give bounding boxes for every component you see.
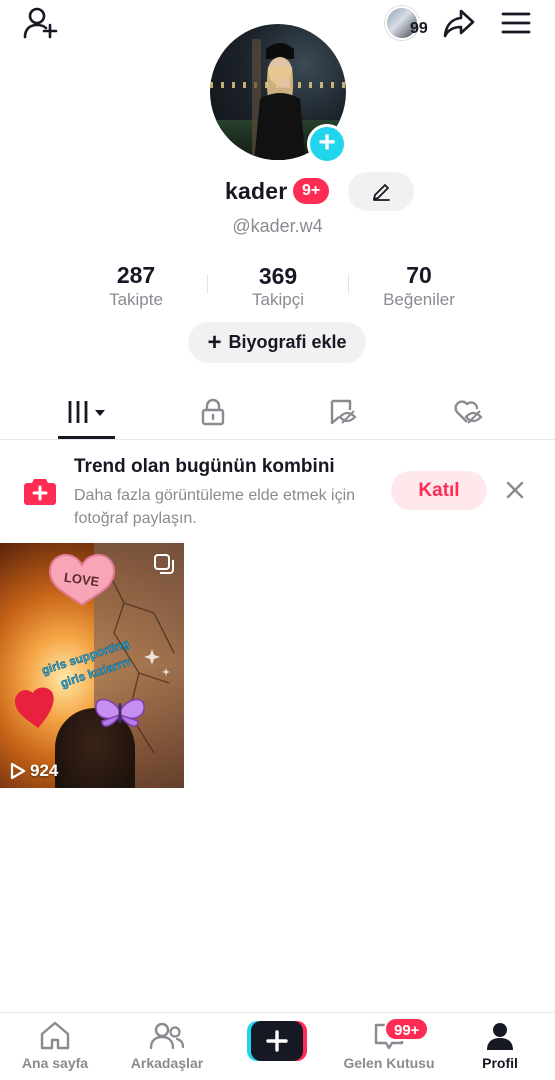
close-icon bbox=[506, 481, 524, 499]
nav-home-label: Ana sayfa bbox=[21, 1055, 89, 1071]
followers-count[interactable]: 369 bbox=[218, 263, 338, 290]
bottom-navigation: Ana sayfa Arkadaşlar Gelen Kutusu 99+ Pr… bbox=[0, 1012, 555, 1080]
likes-count[interactable]: 70 bbox=[359, 262, 479, 289]
story-count: 99 bbox=[410, 20, 428, 37]
add-bio-button[interactable]: + Biyografi ekle bbox=[188, 322, 366, 363]
share-arrow-icon bbox=[443, 9, 475, 38]
add-bio-label: Biyografi ekle bbox=[228, 332, 347, 352]
video-views: 924 bbox=[10, 761, 58, 781]
active-tab-indicator bbox=[58, 436, 115, 439]
heart-eye-icon bbox=[454, 399, 483, 424]
create-button[interactable] bbox=[247, 1021, 307, 1061]
following-label[interactable]: Takipte bbox=[66, 290, 206, 310]
edit-profile-button[interactable] bbox=[348, 172, 414, 211]
nav-profile-label: Profil bbox=[482, 1055, 518, 1071]
likes-label[interactable]: Beğeniler bbox=[349, 290, 489, 310]
profile-handle: @kader.w4 bbox=[232, 216, 323, 236]
trend-title: Trend olan bugünün kombini bbox=[74, 456, 335, 477]
pencil-icon bbox=[373, 183, 390, 201]
nav-friends[interactable]: Arkadaşlar bbox=[112, 1021, 222, 1071]
create-plus-icon bbox=[247, 1021, 307, 1061]
tab-videos[interactable] bbox=[47, 384, 127, 439]
join-button[interactable]: Katıl bbox=[391, 471, 487, 510]
following-count[interactable]: 287 bbox=[76, 262, 196, 289]
friends-icon bbox=[149, 1022, 185, 1050]
plus-icon: + bbox=[207, 328, 222, 356]
profile-tabs bbox=[0, 384, 555, 440]
home-icon bbox=[40, 1021, 70, 1050]
nav-home[interactable]: Ana sayfa bbox=[0, 1021, 110, 1071]
share-button[interactable] bbox=[440, 6, 478, 40]
add-person-icon bbox=[23, 7, 58, 39]
followers-label[interactable]: Takipçi bbox=[208, 290, 348, 310]
video-thumbnail[interactable]: LOVE girls supporting girls kızlarrrr bbox=[0, 543, 184, 788]
nav-profile[interactable]: Profil bbox=[445, 1021, 555, 1071]
add-friend-button[interactable] bbox=[20, 6, 60, 40]
tab-liked[interactable] bbox=[428, 384, 508, 439]
display-name: kader bbox=[225, 178, 288, 204]
profile-icon bbox=[487, 1023, 513, 1050]
trend-description: Daha fazla görüntüleme elde etmek için f… bbox=[74, 487, 356, 527]
view-count: 924 bbox=[30, 761, 59, 780]
dismiss-trend-button[interactable] bbox=[501, 476, 529, 504]
menu-button[interactable] bbox=[498, 8, 534, 38]
name-badge[interactable]: 9+ bbox=[293, 178, 330, 204]
nav-friends-label: Arkadaşlar bbox=[130, 1055, 204, 1071]
multi-photo-icon bbox=[154, 554, 174, 574]
inbox-badge: 99+ bbox=[384, 1017, 430, 1041]
nav-inbox-label: Gelen Kutusu bbox=[343, 1055, 435, 1071]
add-story-button[interactable]: + bbox=[307, 124, 347, 164]
tab-private[interactable] bbox=[173, 384, 253, 439]
videos-grid-icon bbox=[68, 400, 105, 423]
tab-saved[interactable] bbox=[303, 384, 383, 439]
play-icon bbox=[10, 762, 26, 780]
bookmark-eye-icon bbox=[330, 399, 357, 424]
trend-camera-icon bbox=[23, 476, 57, 506]
lock-icon bbox=[201, 398, 225, 425]
hamburger-menu-icon bbox=[501, 12, 531, 34]
